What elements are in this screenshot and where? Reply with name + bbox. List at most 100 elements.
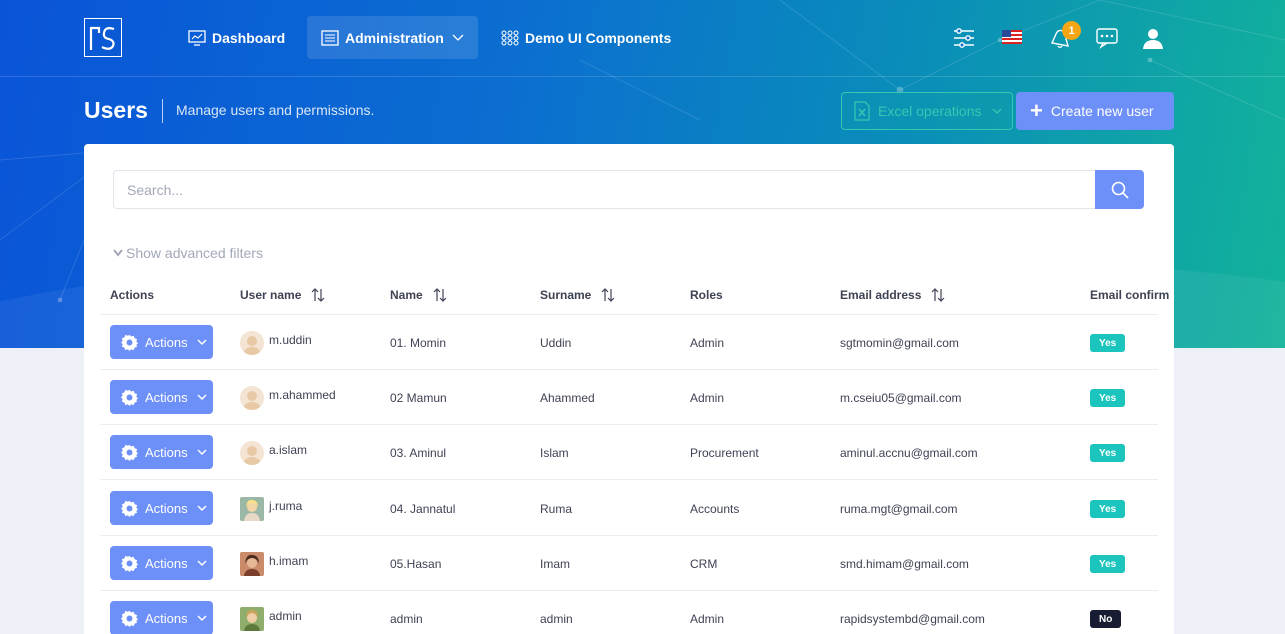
user-icon[interactable] [1141,26,1165,50]
row-actions-label: Actions [145,555,188,571]
cell-name: 04. Jannatul [390,502,456,516]
gear-icon [121,610,138,627]
cell-email: m.cseiu05@gmail.com [840,391,962,405]
search-button[interactable] [1095,170,1144,209]
row-actions-button[interactable]: Actions [110,380,213,414]
chevron-down-icon [197,338,207,345]
app-logo[interactable] [84,18,122,57]
show-advanced-filters-toggle[interactable]: Show advanced filters [113,245,263,261]
nav-demo-label: Demo UI Components [525,29,672,46]
email-confirmed-badge: Yes [1090,555,1126,573]
table-row: Actions admin admin admin Admin rapidsys… [100,591,1158,634]
cell-name: 01. Momin [390,336,447,350]
search-icon [1111,181,1129,199]
us-flag-icon[interactable] [1002,30,1022,44]
cell-username: m.uddin [269,333,312,347]
chevron-down-icon [452,34,464,41]
nav-demo-ui[interactable]: Demo UI Components [487,16,685,59]
row-actions-button[interactable]: Actions [110,546,213,580]
sort-icon [931,288,945,302]
cell-role: Admin [690,612,725,626]
grid-icon [501,30,519,45]
title-divider [162,99,163,123]
nav-administration[interactable]: Administration [307,16,478,59]
column-actions: Actions [110,288,155,302]
logo-icon [89,26,115,50]
table-row: Actions m.ahammed 02 Mamun Ahammed Admin… [100,370,1158,425]
cell-username: m.ahammed [269,388,336,402]
cell-surname: Islam [540,446,569,460]
chevron-down-icon [197,504,207,511]
cell-name: 05.Hasan [390,557,442,571]
cell-username: h.imam [269,554,309,568]
cell-name: 03. Aminul [390,446,447,460]
gear-icon [121,334,138,351]
column-username[interactable]: User name [240,288,325,302]
gear-icon [121,555,138,572]
page-subtitle: Manage users and permissions. [176,102,375,118]
row-actions-button[interactable]: Actions [110,601,213,634]
row-actions-label: Actions [145,500,188,516]
gear-icon [121,389,138,406]
monitor-icon [188,29,206,46]
chevron-down-icon [197,559,207,566]
cell-surname: admin [540,612,573,626]
top-navigation: Dashboard Administration Demo UI Compone… [0,0,1285,77]
gear-icon [121,500,138,517]
column-name[interactable]: Name [390,288,447,302]
cell-username: a.islam [269,443,308,457]
table-row: Actions m.uddin 01. Momin Uddin Admin sg… [100,315,1158,370]
cell-surname: Ahammed [540,391,595,405]
search-input[interactable] [113,170,1096,209]
column-surname[interactable]: Surname [540,288,615,302]
chevron-down-icon [197,614,207,621]
cell-email: rapidsystembd@gmail.com [840,612,985,626]
cell-surname: Ruma [540,502,573,516]
cell-role: Procurement [690,446,759,460]
default-avatar [240,441,264,465]
cell-name: 02 Mamun [390,391,447,405]
sort-icon [601,288,615,302]
row-actions-button[interactable]: Actions [110,491,213,525]
cell-surname: Imam [540,557,570,571]
email-confirmed-badge: Yes [1090,500,1126,518]
cell-role: Accounts [690,502,740,516]
plus-icon: + [1030,98,1043,123]
table-row: Actions j.ruma 04. Jannatul Ruma Account… [100,481,1158,536]
chevron-down-icon [992,108,1001,114]
advanced-filters-label: Show advanced filters [126,245,263,261]
default-avatar [240,386,264,410]
excel-operations-button[interactable]: Excel operations [841,92,1013,130]
row-actions-button[interactable]: Actions [110,435,213,469]
column-email[interactable]: Email address [840,288,945,302]
users-card: Show advanced filters Actions User name … [84,144,1174,634]
row-actions-button[interactable]: Actions [110,325,213,359]
user-photo-avatar [240,607,264,631]
row-actions-label: Actions [145,610,188,626]
excel-operations-label: Excel operations [878,103,982,119]
cell-username: j.ruma [269,499,303,513]
email-confirmed-badge: Yes [1090,334,1126,352]
column-roles: Roles [690,288,723,302]
create-new-user-button[interactable]: + Create new user [1016,92,1174,130]
table-row: Actions h.imam 05.Hasan Imam CRM smd.him… [100,536,1158,591]
row-actions-label: Actions [145,334,188,350]
settings-sliders-icon[interactable] [952,26,976,50]
cell-surname: Uddin [540,336,572,350]
user-photo-avatar [240,497,264,521]
nav-administration-label: Administration [345,29,444,46]
excel-file-icon [854,101,870,121]
column-email-confirmed: Email confirm [1090,288,1170,302]
default-avatar [240,331,264,355]
chat-icon[interactable] [1095,26,1119,50]
row-actions-label: Actions [145,444,188,460]
nav-dashboard[interactable]: Dashboard [174,16,299,59]
sliders-icon [321,29,339,46]
chevron-down-icon [113,249,123,257]
cell-role: Admin [690,336,725,350]
cell-role: CRM [690,557,718,571]
table-row: Actions a.islam 03. Aminul Islam Procure… [100,425,1158,480]
cell-name: admin [390,612,423,626]
row-actions-label: Actions [145,389,188,405]
user-photo-avatar [240,552,264,576]
